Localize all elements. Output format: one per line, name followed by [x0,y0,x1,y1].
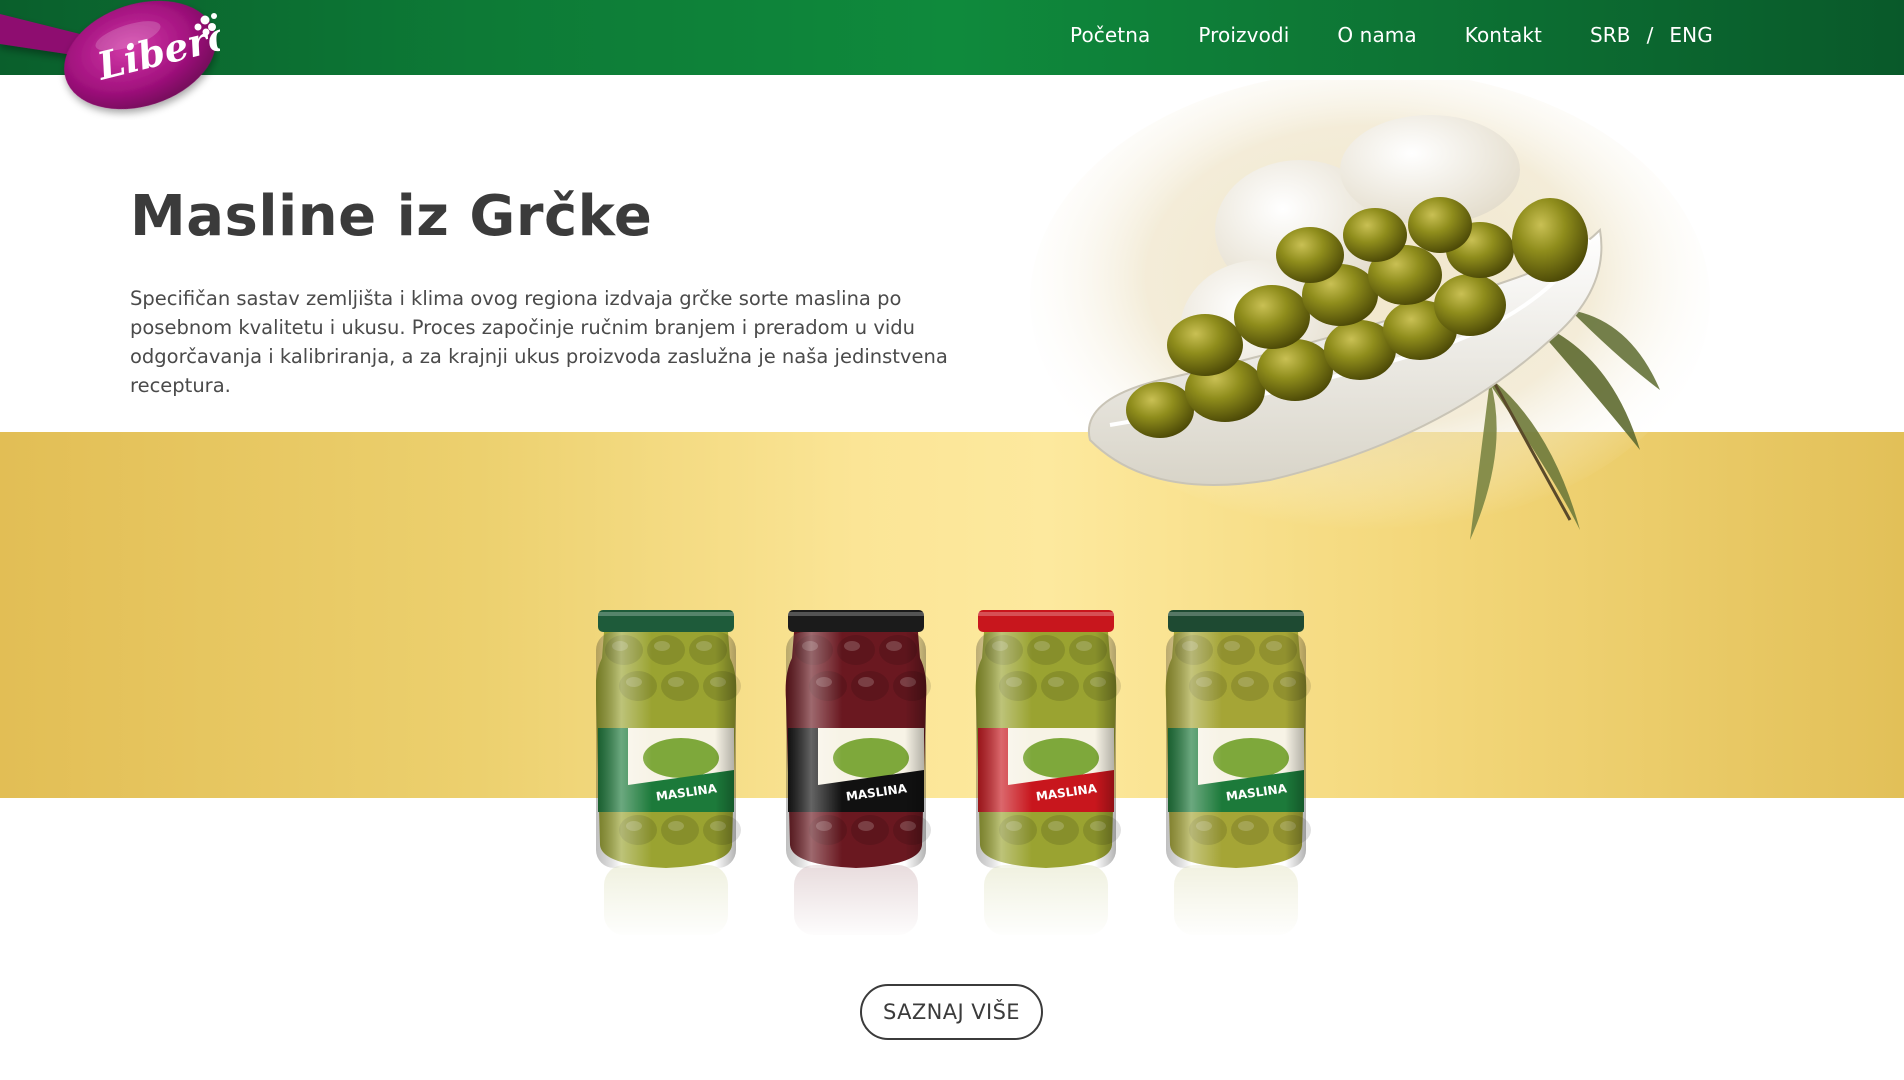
nav-item-kontakt[interactable]: Kontakt [1465,23,1542,47]
language-switcher: SRB / ENG [1590,23,1713,47]
jar-reflection [1170,862,1302,940]
product-jar[interactable]: MASLINA [1165,610,1311,940]
product-jar[interactable]: MASLINA [596,610,741,940]
nav-item-pocetna[interactable]: Početna [1070,23,1150,47]
lang-separator: / [1646,23,1654,47]
page-title: Masline iz Grčke [130,184,653,249]
product-jars: MASLINA MASLINA MASLINA MASLINA [596,610,1311,940]
hero-description: Specifičan sastav zemljišta i klima ovog… [130,287,948,397]
product-jar[interactable]: MASLINA [785,610,931,940]
olive-bowl-image [1030,80,1710,540]
jar-reflection [790,862,922,940]
jar-reflection [980,862,1112,940]
jar-reflection [600,862,732,940]
nav-item-proizvodi[interactable]: Proizvodi [1198,23,1289,47]
nav-item-o-nama[interactable]: O nama [1337,23,1416,47]
lang-srb-link[interactable]: SRB [1590,23,1631,47]
lang-eng-link[interactable]: ENG [1669,23,1712,47]
libero-logo[interactable]: Libero [0,0,220,120]
site-header: Početna Proizvodi O nama Kontakt SRB / E… [0,0,1904,75]
main-nav: Početna Proizvodi O nama Kontakt SRB / E… [1070,0,1713,70]
product-jar[interactable]: MASLINA [975,610,1121,940]
learn-more-button[interactable]: SAZNAJ VIŠE [860,984,1043,1040]
